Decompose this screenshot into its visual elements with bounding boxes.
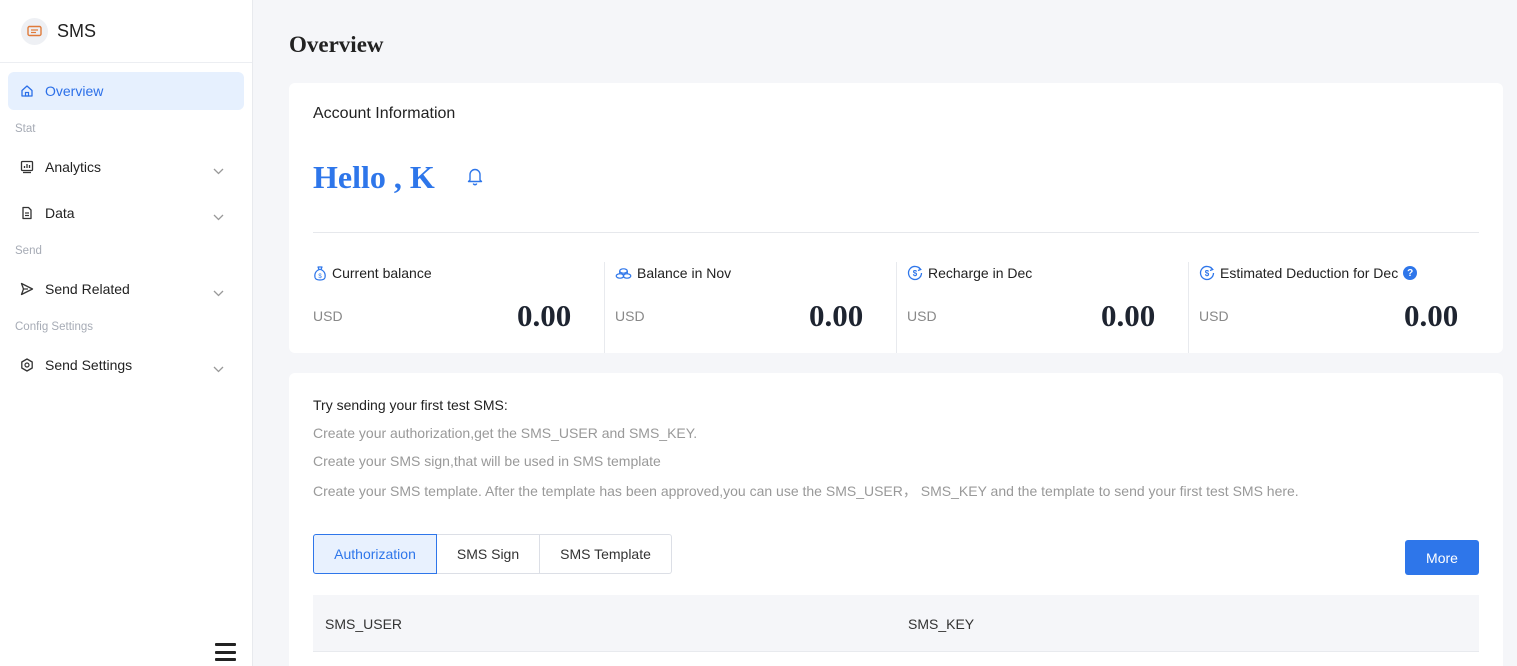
sidebar-item-data[interactable]: Data [8, 194, 244, 232]
tab-authorization[interactable]: Authorization [313, 534, 437, 574]
stat-value: 0.00 [517, 298, 572, 333]
sidebar-item-label: Send Settings [45, 357, 133, 373]
svg-text:$: $ [913, 269, 918, 278]
tab-sms-sign[interactable]: SMS Sign [437, 534, 540, 574]
sidebar-item-analytics[interactable]: Analytics [8, 148, 244, 186]
sidebar: SMS Overview Stat Analytics Data Send Se… [0, 0, 253, 666]
stat-unit: USD [313, 308, 343, 324]
card-title: Account Information [313, 105, 456, 122]
home-icon [20, 84, 34, 98]
guide-step: Create your authorization,get the SMS_US… [313, 425, 698, 441]
send-icon [20, 282, 34, 296]
nav-section-config: Config Settings [15, 321, 93, 333]
stat-current-balance: $ Current balance USD 0.00 [313, 262, 604, 353]
stat-label: Recharge in Dec [928, 265, 1033, 281]
sidebar-item-send-related[interactable]: Send Related [8, 270, 244, 308]
guide-title: Try sending your first test SMS: [313, 397, 508, 413]
account-info-card: Account Information Hello , K $ Current … [289, 83, 1503, 353]
stat-value: 0.00 [1101, 298, 1156, 333]
dollar-circle-icon: $ [907, 265, 923, 281]
first-sms-card: Try sending your first test SMS: Create … [289, 373, 1503, 666]
page-title: Overview [289, 32, 384, 57]
balance-stats: $ Current balance USD 0.00 Balance in No… [313, 262, 1479, 353]
sidebar-item-overview[interactable]: Overview [8, 72, 244, 110]
column-header-sms-user[interactable]: SMS_USER [325, 616, 402, 632]
svg-text:$: $ [318, 274, 322, 280]
sidebar-item-label: Overview [45, 83, 104, 99]
stat-label: Current balance [332, 265, 432, 281]
greeting: Hello , K [313, 159, 435, 195]
table-header: SMS_USER SMS_KEY [313, 595, 1479, 652]
sms-logo-icon [21, 17, 48, 45]
sidebar-item-label: Send Related [45, 281, 130, 297]
sidebar-item-send-settings[interactable]: Send Settings [8, 346, 244, 384]
stat-label: Balance in Nov [637, 265, 732, 281]
stat-unit: USD [1199, 308, 1229, 324]
sidebar-item-label: Data [45, 205, 75, 221]
more-button[interactable]: More [1405, 540, 1479, 575]
guide-step: Create your SMS template. After the temp… [313, 483, 1299, 499]
svg-text:$: $ [1205, 269, 1210, 278]
chevron-down-icon [213, 208, 224, 224]
analytics-icon [20, 160, 34, 174]
stat-estimated-deduction: $ Estimated Deduction for Dec ? USD 0.00 [1188, 262, 1479, 353]
document-icon [20, 206, 34, 220]
settings-hexagon-icon [20, 358, 34, 372]
column-header-sms-key[interactable]: SMS_KEY [908, 616, 974, 632]
stat-unit: USD [907, 308, 937, 324]
menu-toggle-icon[interactable] [215, 643, 236, 661]
sidebar-item-label: Analytics [45, 159, 102, 175]
stat-recharge-dec: $ Recharge in Dec USD 0.00 [896, 262, 1188, 353]
chevron-down-icon [213, 284, 224, 300]
tab-sms-template[interactable]: SMS Template [540, 534, 672, 574]
stat-value: 0.00 [809, 298, 864, 333]
guide-step: Create your SMS sign,that will be used i… [313, 453, 661, 469]
brand-title: SMS [57, 20, 97, 41]
stat-label: Estimated Deduction for Dec [1220, 265, 1399, 281]
divider [313, 232, 1479, 233]
dollar-circle-icon: $ [1199, 265, 1215, 281]
credential-tabs: Authorization SMS Sign SMS Template [313, 534, 672, 574]
coins-icon [615, 266, 632, 280]
nav-section-stat: Stat [15, 123, 36, 135]
stat-value: 0.00 [1404, 298, 1459, 333]
money-bag-icon: $ [313, 265, 327, 281]
bell-icon[interactable] [466, 166, 484, 191]
main-content: Overview Account Information Hello , K $… [253, 0, 1517, 666]
chevron-down-icon [213, 162, 224, 178]
brand[interactable]: SMS [0, 0, 252, 63]
stat-balance-nov: Balance in Nov USD 0.00 [604, 262, 896, 353]
sidebar-nav: Overview Stat Analytics Data Send Send R… [0, 63, 252, 384]
help-icon[interactable]: ? [1403, 266, 1418, 280]
chevron-down-icon [213, 360, 224, 376]
nav-section-send: Send [15, 245, 42, 257]
stat-unit: USD [615, 308, 645, 324]
